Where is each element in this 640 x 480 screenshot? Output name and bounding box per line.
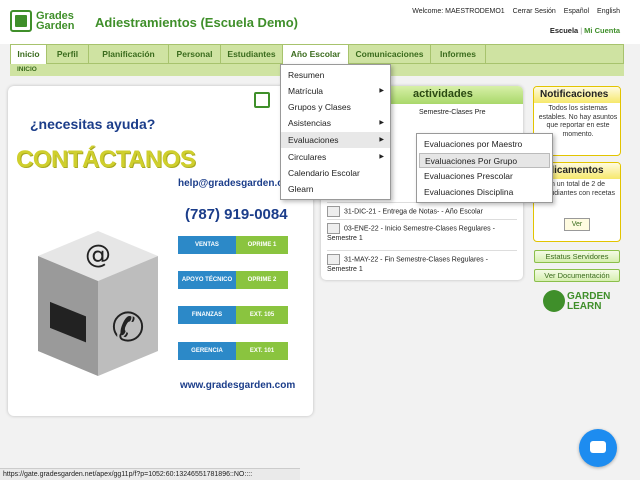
logout-link[interactable]: Cerrar Sesión: [513, 8, 556, 15]
logo-icon: [10, 10, 32, 32]
evaluaciones-submenu: Evaluaciones por Maestro Evaluaciones Po…: [416, 133, 553, 203]
contact-row-ventas: VENTAS OPRIME 1: [178, 236, 288, 254]
submenu-item-disciplina[interactable]: Evaluaciones Disciplina: [419, 185, 550, 200]
menu-item-evaluaciones[interactable]: Evaluaciones ▶: [281, 132, 390, 148]
nav-ano-escolar[interactable]: Año Escolar: [283, 45, 349, 64]
chevron-right-icon: ▶: [379, 120, 384, 126]
welcome-text: Welcome: MAESTRODEMO1: [412, 8, 505, 15]
website-link[interactable]: www.gradesgarden.com: [180, 380, 295, 391]
nav-personal[interactable]: Personal: [169, 45, 221, 64]
my-account-link[interactable]: Mi Cuenta: [584, 26, 620, 35]
nav-informes[interactable]: Informes: [431, 45, 486, 64]
activity-item[interactable]: 31-DIC-21 - Entrega de Notas- - Año Esco…: [327, 202, 517, 217]
nav-perfil[interactable]: Perfil: [47, 45, 89, 64]
lang-spanish-link[interactable]: Español: [564, 8, 589, 15]
school-link[interactable]: Escuela: [550, 26, 578, 35]
lang-english-link[interactable]: English: [597, 8, 620, 15]
calendar-icon: [327, 254, 340, 265]
logo-line-2: Garden: [36, 20, 75, 32]
chevron-right-icon: ▶: [379, 154, 384, 160]
menu-item-calendario[interactable]: Calendario Escolar: [281, 165, 390, 181]
contact-row-apoyo: APOYO TÉCNICO OPRIME 2: [178, 271, 288, 289]
menu-item-circulares[interactable]: Circulares ▶: [281, 149, 390, 165]
contact-heading: CONTÁCTANOS: [16, 146, 196, 173]
garden-learn-logo[interactable]: GARDEN LEARN: [543, 290, 623, 316]
breadcrumb: INICIO: [17, 66, 37, 73]
view-docs-button[interactable]: Ver Documentación: [534, 269, 620, 282]
chevron-right-icon: ▶: [379, 137, 384, 143]
menu-item-grupos[interactable]: Grupos y Clases: [281, 99, 390, 115]
submenu-item-prescolar[interactable]: Evaluaciones Prescolar: [419, 169, 550, 184]
contact-cube-icon: @ ✆: [38, 231, 158, 376]
browser-status-url: https://gate.gradesgarden.net/apex/gg11p…: [0, 468, 300, 480]
menu-item-asistencias[interactable]: Asistencias ▶: [281, 115, 390, 131]
nav-comunicaciones[interactable]: Comunicaciones: [349, 45, 431, 64]
main-nav: Inicio Perfil Planificación Personal Est…: [10, 44, 624, 64]
support-phone: (787) 919-0084: [185, 206, 288, 223]
menu-item-matricula[interactable]: Matrícula ▶: [281, 83, 390, 99]
submenu-item-por-grupo[interactable]: Evaluaciones Por Grupo: [419, 153, 550, 168]
calendar-icon: [327, 223, 340, 234]
contact-row-finanzas: FINANZAS EXT. 105: [178, 306, 288, 324]
top-links: Welcome: MAESTRODEMO1 Cerrar Sesión Espa…: [406, 8, 620, 15]
server-status-button[interactable]: Estatus Servidores: [534, 250, 620, 263]
header: Grades Garden Adiestramientos (Escuela D…: [0, 0, 640, 44]
chat-icon[interactable]: [579, 429, 617, 467]
submenu-item-por-maestro[interactable]: Evaluaciones por Maestro: [419, 137, 550, 152]
nav-planificacion[interactable]: Planificación: [89, 45, 169, 64]
calendar-icon: [327, 206, 340, 217]
activity-item[interactable]: 03-ENE-22 - Inicio Semestre-Clases Regul…: [327, 219, 517, 244]
chevron-right-icon: ▶: [379, 88, 384, 94]
nav-estudiantes[interactable]: Estudiantes: [221, 45, 283, 64]
view-medications-button[interactable]: Ver: [564, 218, 590, 231]
svg-text:✆: ✆: [111, 305, 145, 351]
activities-title: actividades: [413, 88, 473, 100]
menu-item-glearn[interactable]: Glearn: [281, 181, 390, 197]
activity-item[interactable]: Semestre-Clases Pre: [419, 108, 519, 118]
school-links: Escuela | Mi Cuenta: [549, 26, 620, 35]
grades-garden-logo[interactable]: Grades Garden: [10, 10, 75, 34]
help-heading: ¿necesitas ayuda?: [30, 116, 156, 132]
contact-banner[interactable]: ¿necesitas ayuda? CONTÁCTANOS help@grade…: [8, 86, 313, 416]
nav-inicio[interactable]: Inicio: [11, 45, 47, 64]
notifications-title: Notificaciones: [540, 89, 609, 100]
svg-text:@: @: [85, 240, 111, 270]
app-title: Adiestramientos (Escuela Demo): [95, 15, 299, 30]
support-email: help@gradesgarden.c: [178, 178, 283, 189]
banner-logo-icon: [254, 92, 270, 108]
medications-title: dicamentos: [548, 165, 604, 176]
activity-item[interactable]: 31-MAY-22 - Fin Semestre-Clases Regulare…: [327, 250, 517, 275]
ano-escolar-menu: Resumen Matrícula ▶ Grupos y Clases Asist…: [280, 64, 391, 200]
contact-row-gerencia: GERENCIA EXT. 101: [178, 342, 288, 360]
menu-item-resumen[interactable]: Resumen: [281, 67, 390, 83]
garden-learn-icon: [543, 290, 565, 312]
